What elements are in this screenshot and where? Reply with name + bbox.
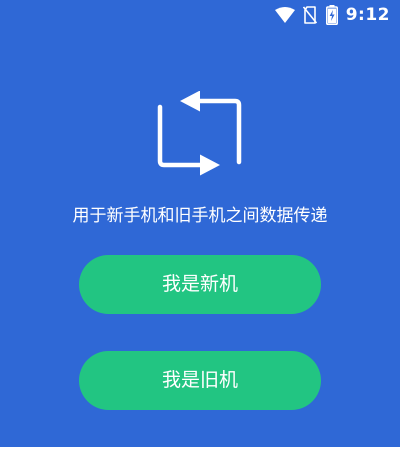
page-subtitle: 用于新手机和旧手机之间数据传递 [72, 206, 328, 226]
transfer-arrows-icon [151, 90, 247, 181]
new-phone-button[interactable]: 我是新机 [79, 255, 321, 314]
app-screen: 9:12 用于新手机和旧手机之间数据传递 我是新机 我是旧机 [0, 0, 400, 447]
status-icons: 9:12 [274, 4, 390, 26]
status-clock: 9:12 [345, 5, 390, 25]
wifi-icon [274, 7, 295, 23]
battery-charging-icon [325, 5, 338, 25]
old-phone-button[interactable]: 我是旧机 [79, 351, 321, 410]
status-bar: 9:12 [0, 0, 400, 30]
no-sim-icon [302, 6, 317, 24]
